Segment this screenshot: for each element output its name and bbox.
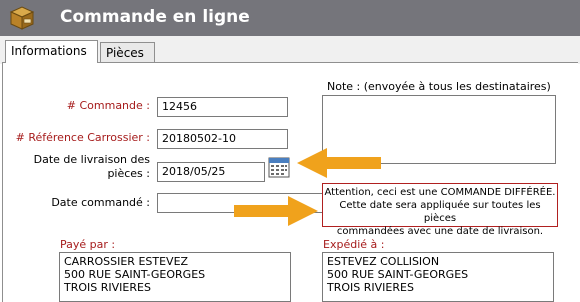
calendar-icon[interactable] xyxy=(268,156,290,178)
expedie-a-address[interactable]: ESTEVEZ COLLISION 500 RUE SAINT-GEORGES … xyxy=(322,252,554,302)
warning-line-2: Cette date sera appliquée sur toutes les… xyxy=(339,200,541,224)
title-bar: Commande en ligne xyxy=(0,0,580,36)
reference-label: # Référence Carrossier : xyxy=(15,131,150,144)
paye-par-label: Payé par : xyxy=(60,238,116,251)
commande-input[interactable]: 12456 xyxy=(157,97,288,117)
window-title: Commande en ligne xyxy=(60,7,250,27)
date-livraison-input[interactable]: 2018/05/25 xyxy=(157,162,265,182)
package-icon xyxy=(9,6,35,30)
expedie-a-line: 500 RUE SAINT-GEORGES xyxy=(327,268,469,281)
reference-input[interactable]: 20180502-10 xyxy=(157,129,288,149)
commande-label: # Commande : xyxy=(66,99,150,112)
expedie-a-line: TROIS RIVIERES xyxy=(327,281,414,294)
tab-informations[interactable]: Informations xyxy=(5,40,98,63)
date-commande-label: Date commandé : xyxy=(51,196,150,209)
expedie-a-line: ESTEVEZ COLLISION xyxy=(327,255,440,268)
date-livraison-label-line1: Date de livraison des xyxy=(33,153,150,166)
warning-line-3: commandées avec une date de livraison. xyxy=(336,226,544,237)
expedie-a-label: Expédié à : xyxy=(323,238,385,251)
note-label: Note : (envoyée à tous les destinataires… xyxy=(327,80,551,93)
date-livraison-label-line2: pièces : xyxy=(107,167,150,180)
warning-line-1: Attention, ceci est une COMMANDE DIFFÉRÉ… xyxy=(324,187,556,198)
paye-par-address[interactable]: CARROSSIER ESTEVEZ 500 RUE SAINT-GEORGES… xyxy=(59,252,291,302)
paye-par-line: TROIS RIVIERES xyxy=(64,281,151,294)
paye-par-line: CARROSSIER ESTEVEZ xyxy=(64,255,189,268)
arrow-icon xyxy=(234,196,318,226)
deferred-order-warning: Attention, ceci est une COMMANDE DIFFÉRÉ… xyxy=(322,183,558,237)
arrow-icon xyxy=(297,148,381,178)
tab-pieces[interactable]: Pièces xyxy=(100,42,155,62)
paye-par-line: 500 RUE SAINT-GEORGES xyxy=(64,268,206,281)
